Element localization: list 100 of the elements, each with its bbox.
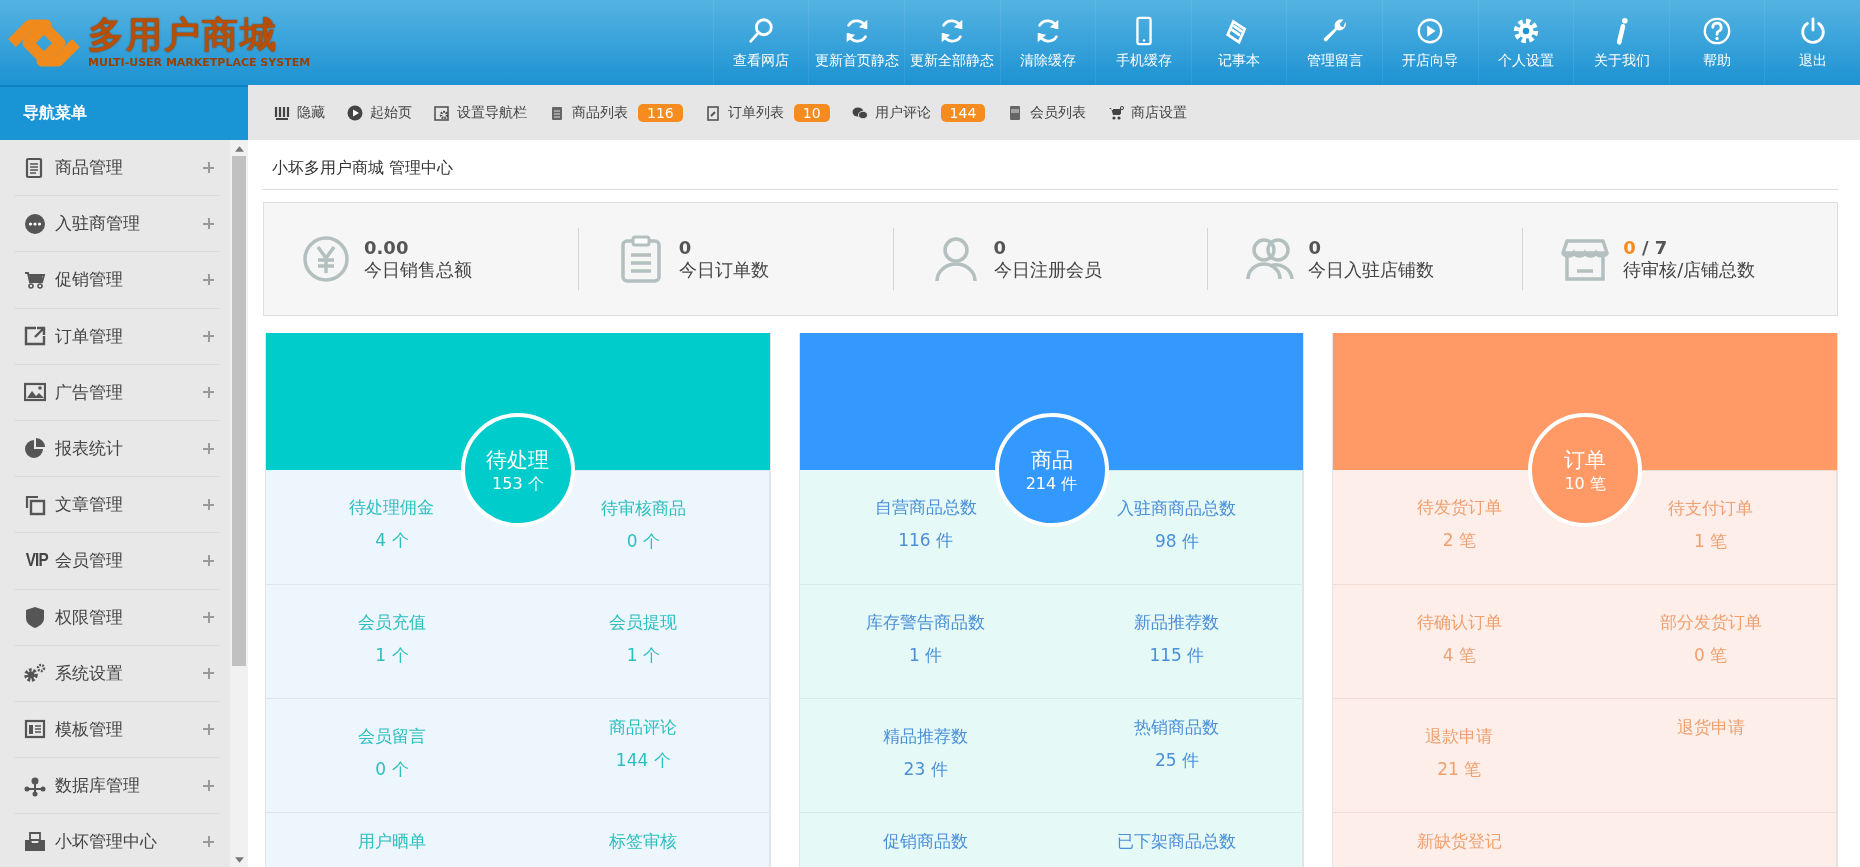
sidebar-item[interactable]: 广告管理 [14,364,220,421]
metric-value: 23 件 [903,758,948,781]
metric-value: 1 个 [375,644,409,667]
stat-label: 待审核/店铺总数 [1623,257,1756,282]
logo-subtitle: MULTI-USER MARKETPLACE SYSTEM [88,55,311,69]
toolbar-link[interactable]: 会员列表 [1007,103,1087,122]
sidebar-item[interactable]: 入驻商管理 [14,196,220,253]
inbox-icon [24,830,46,853]
metric-label: 待支付订单 [1668,497,1754,520]
dots-icon [24,212,46,235]
metric-value: 115 件 [1149,644,1205,667]
stat-value: 0.00 [364,236,410,258]
toolbar-link[interactable]: 设置导航栏 [434,103,527,122]
metric-label: 会员提现 [609,611,678,634]
toolbar-link[interactable]: 订单列表 10 [704,103,830,122]
metric-label: 新缺货登记 [1416,830,1502,853]
scroll-up-icon [234,146,244,152]
plus-icon [203,723,214,735]
metric-label: 已下架商品总数 [1117,830,1237,853]
logo-title: 多用户商城 [88,16,279,53]
plus-icon [203,499,214,511]
scrollbar[interactable] [230,140,248,867]
cart-icon [1108,104,1125,121]
pie-chart-icon [24,437,46,460]
sidebar-item[interactable]: 文章管理 [14,477,220,534]
sidebar-item[interactable]: 模板管理 [14,701,220,759]
notepad-icon [549,104,565,121]
sidebar-item[interactable]: 小坏管理中心 [14,814,220,867]
metric-value: 1 件 [908,644,943,667]
sidebar-item[interactable]: VIP 会员管理 [14,533,220,590]
help-icon [1702,15,1733,46]
card-circle: 商品 214 件 [994,413,1109,527]
stat-label: 今日注册会员 [993,257,1102,282]
card-circle: 待处理 153 个 [460,413,575,527]
sidebar-item[interactable]: 数据库管理 [14,758,220,815]
metric-value: 1 个 [626,644,660,667]
stat-label: 今日入驻店铺数 [1308,257,1435,282]
metric-value: 0 笔 [1693,644,1728,667]
plus-icon [203,330,214,342]
plus-icon [203,667,214,679]
metric-label: 热销商品数 [1134,716,1220,739]
clipboard-icon [704,104,721,121]
sidebar-item[interactable]: 商品管理 [14,140,220,197]
metric-label: 退货申请 [1676,716,1745,739]
count-badge: 144 [940,103,986,122]
stat-label: 今日销售总额 [364,257,472,282]
metric-label: 自营商品总数 [874,496,977,519]
stat-value: 0 / 7 [1623,236,1669,258]
toolbar-link[interactable]: 商店设置 [1108,103,1188,122]
metric-label: 退款申请 [1425,725,1494,748]
stat-value: 0 [678,236,693,258]
copy-icon [24,493,46,516]
plus-icon [203,611,214,623]
page-title: 小坏多用户商城 管理中心 [262,140,1838,190]
metric-value: 1 笔 [1693,530,1728,553]
plus-icon [203,274,214,286]
plus-icon [203,218,214,230]
toolbar-link[interactable]: 用户评论 144 [851,103,986,122]
card-circle: 订单 10 笔 [1528,413,1643,527]
settings-icon [434,104,450,121]
toolbar-link[interactable]: 隐藏 [274,103,325,122]
metric-label: 入驻商商品总数 [1117,497,1237,520]
gears-icon [24,662,46,685]
sidebar-item[interactable]: 促销管理 [14,252,220,309]
metric-label: 商品评论 [609,716,678,739]
count-badge: 116 [638,103,683,122]
sidebar-item[interactable]: 权限管理 [14,589,220,646]
metric-label: 精品推荐数 [883,725,969,748]
metric-label: 标签审核 [609,830,678,853]
bars-icon [274,104,290,121]
plus-icon [203,555,214,567]
shield-icon [24,606,46,629]
metric-label: 会员留言 [357,725,426,748]
metric-value: 21 笔 [1437,758,1482,781]
plus-icon [203,386,214,398]
stat-label: 今日订单数 [678,257,769,282]
export-icon [24,325,46,348]
metric-label: 会员充值 [357,611,426,634]
metric-value: 0 个 [626,530,660,553]
plus-icon [203,443,214,455]
metric-value: 2 笔 [1442,529,1476,552]
plus-icon [203,836,214,848]
metric-value: 0 个 [375,758,409,781]
sidebar-item[interactable]: 订单管理 [14,308,220,365]
count-badge: 10 [793,103,830,122]
metric-label: 待确认订单 [1416,611,1502,634]
toolbar-link[interactable]: 起始页 [347,103,412,122]
metric-value: 4 个 [375,529,409,552]
toolbar-link[interactable]: 商品列表 116 [549,103,683,122]
sidebar-item[interactable]: 系统设置 [14,645,220,702]
play-icon [347,104,363,121]
metric-label: 促销商品数 [883,830,969,853]
stat-value: 0 [993,236,1008,258]
metric-label: 待发货订单 [1416,496,1502,519]
metric-label: 待审核商品 [600,497,686,520]
metric-label: 部分发货订单 [1659,611,1762,634]
metric-value: 144 个 [615,749,671,772]
layout-icon [24,718,46,741]
sidebar-item[interactable]: 报表统计 [14,420,220,478]
metric-value: 4 笔 [1442,644,1476,667]
